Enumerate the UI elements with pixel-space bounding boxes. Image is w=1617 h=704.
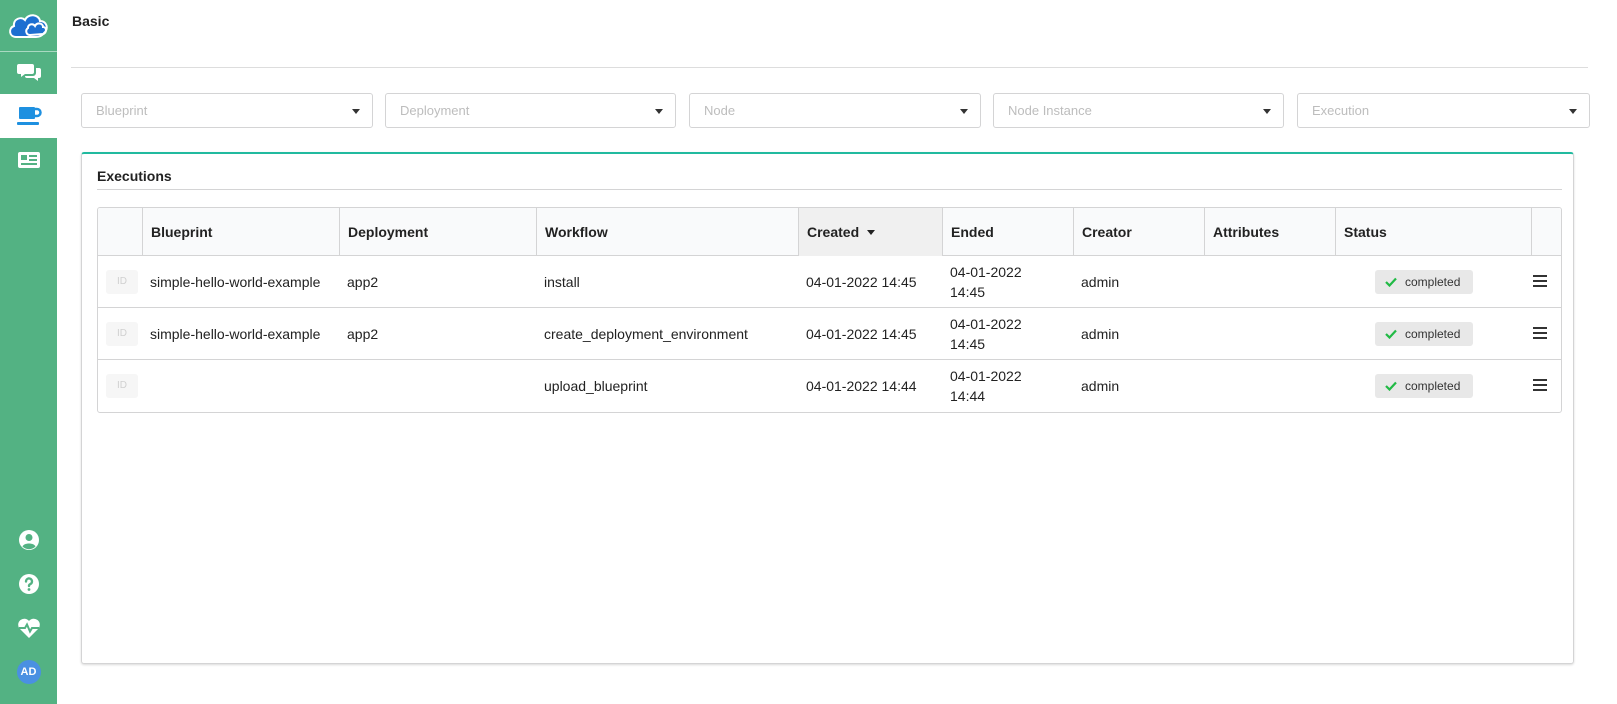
ended-date: 04-01-2022 <box>950 368 1022 384</box>
created-cell: 04-01-2022 14:45 <box>806 274 917 290</box>
row-menu-icon[interactable] <box>1533 326 1547 344</box>
column-header-workflow[interactable]: Workflow <box>536 208 798 256</box>
check-icon <box>1385 329 1397 339</box>
id-badge[interactable]: ID <box>106 322 138 346</box>
help-icon <box>18 573 40 595</box>
row-menu-icon[interactable] <box>1533 274 1547 292</box>
sidebar: AD <box>0 0 57 704</box>
ended-cell: 04-01-2022 14:45 <box>942 308 1022 360</box>
node-filter-placeholder: Node <box>704 103 736 118</box>
node-instance-filter-dropdown[interactable]: Node Instance <box>993 93 1284 128</box>
column-header-created[interactable]: Created <box>798 208 942 256</box>
sidebar-item-logs[interactable] <box>0 138 57 182</box>
execution-filter-placeholder: Execution <box>1312 103 1370 118</box>
column-header-created-label: Created <box>807 224 860 240</box>
chevron-down-icon <box>655 109 663 114</box>
sidebar-item-health[interactable] <box>0 606 57 650</box>
created-cell: 04-01-2022 14:45 <box>806 326 917 342</box>
ended-cell: 04-01-2022 14:45 <box>942 256 1022 308</box>
id-badge[interactable]: ID <box>106 374 138 398</box>
creator-cell: admin <box>1081 274 1120 290</box>
sidebar-item-user[interactable] <box>0 518 57 562</box>
chat-icon <box>16 62 41 82</box>
column-header-deployment[interactable]: Deployment <box>339 208 536 256</box>
app-logo[interactable] <box>0 0 57 52</box>
sidebar-item-deployments[interactable] <box>0 94 57 138</box>
column-header-creator[interactable]: Creator <box>1073 208 1204 256</box>
creator-cell: admin <box>1081 378 1120 394</box>
chevron-down-icon <box>1569 109 1577 114</box>
status-badge: completed <box>1375 270 1473 294</box>
widget-divider <box>97 189 1562 190</box>
deployment-filter-placeholder: Deployment <box>400 103 470 118</box>
status-label: completed <box>1405 275 1461 289</box>
ended-date: 04-01-2022 <box>950 264 1022 280</box>
workflow-cell: create_deployment_environment <box>544 326 748 342</box>
status-badge: completed <box>1375 322 1473 346</box>
check-icon <box>1385 277 1397 287</box>
coffee-icon <box>16 105 42 127</box>
column-header-id <box>98 208 142 256</box>
status-label: completed <box>1405 379 1461 393</box>
node-instance-filter-placeholder: Node Instance <box>1008 103 1092 118</box>
newspaper-icon <box>17 151 41 169</box>
deployment-cell: app2 <box>347 326 379 342</box>
column-header-blueprint[interactable]: Blueprint <box>142 208 339 256</box>
id-cell: ID <box>98 256 138 308</box>
column-header-ended[interactable]: Ended <box>942 208 1073 256</box>
cloud-logo-icon <box>8 13 48 38</box>
chevron-down-icon <box>960 109 968 114</box>
creator-cell: admin <box>1081 326 1120 342</box>
table-row[interactable]: ID simple-hello-world-example app2 insta… <box>98 256 1561 308</box>
ended-time: 14:44 <box>950 388 986 404</box>
sort-descending-icon <box>867 229 876 235</box>
column-header-actions <box>1531 208 1561 256</box>
check-icon <box>1385 381 1397 391</box>
blueprint-cell <box>142 360 150 412</box>
chevron-down-icon <box>1263 109 1271 114</box>
sidebar-item-chat[interactable] <box>0 50 57 94</box>
sidebar-item-help[interactable] <box>0 562 57 606</box>
workflow-cell: install <box>544 274 580 290</box>
sidebar-item-profile[interactable]: AD <box>0 650 57 694</box>
id-cell: ID <box>98 308 138 360</box>
blueprint-filter-dropdown[interactable]: Blueprint <box>81 93 373 128</box>
user-circle-icon <box>18 529 40 551</box>
avatar: AD <box>16 660 41 684</box>
executions-widget: Executions Blueprint Deployment Workflow… <box>81 152 1574 664</box>
heartbeat-icon <box>17 617 41 639</box>
blueprint-filter-placeholder: Blueprint <box>96 103 148 118</box>
execution-filter-dropdown[interactable]: Execution <box>1297 93 1590 128</box>
chevron-down-icon <box>352 109 360 114</box>
created-cell: 04-01-2022 14:44 <box>806 378 917 394</box>
deployment-cell: app2 <box>347 274 379 290</box>
deployment-cell <box>339 360 347 412</box>
deployment-filter-dropdown[interactable]: Deployment <box>385 93 676 128</box>
ended-time: 14:45 <box>950 284 986 300</box>
status-badge: completed <box>1375 374 1473 398</box>
status-label: completed <box>1405 327 1461 341</box>
blueprint-cell: simple-hello-world-example <box>150 326 321 342</box>
ended-cell: 04-01-2022 14:44 <box>942 360 1022 412</box>
node-filter-dropdown[interactable]: Node <box>689 93 981 128</box>
table-row[interactable]: ID simple-hello-world-example app2 creat… <box>98 308 1561 360</box>
id-badge[interactable]: ID <box>106 270 138 294</box>
column-header-attributes[interactable]: Attributes <box>1204 208 1335 256</box>
ended-date: 04-01-2022 <box>950 316 1022 332</box>
header-divider <box>71 67 1588 68</box>
row-menu-icon[interactable] <box>1533 378 1547 396</box>
executions-table: Blueprint Deployment Workflow Created En… <box>97 207 1562 413</box>
ended-time: 14:45 <box>950 336 986 352</box>
workflow-cell: upload_blueprint <box>544 378 648 394</box>
executions-title: Executions <box>97 168 172 184</box>
page-title: Basic <box>72 13 110 29</box>
table-header: Blueprint Deployment Workflow Created En… <box>98 208 1561 256</box>
table-row[interactable]: ID upload_blueprint 04-01-2022 14:44 04-… <box>98 360 1561 412</box>
id-cell: ID <box>98 360 138 412</box>
column-header-status[interactable]: Status <box>1335 208 1531 256</box>
blueprint-cell: simple-hello-world-example <box>150 274 321 290</box>
